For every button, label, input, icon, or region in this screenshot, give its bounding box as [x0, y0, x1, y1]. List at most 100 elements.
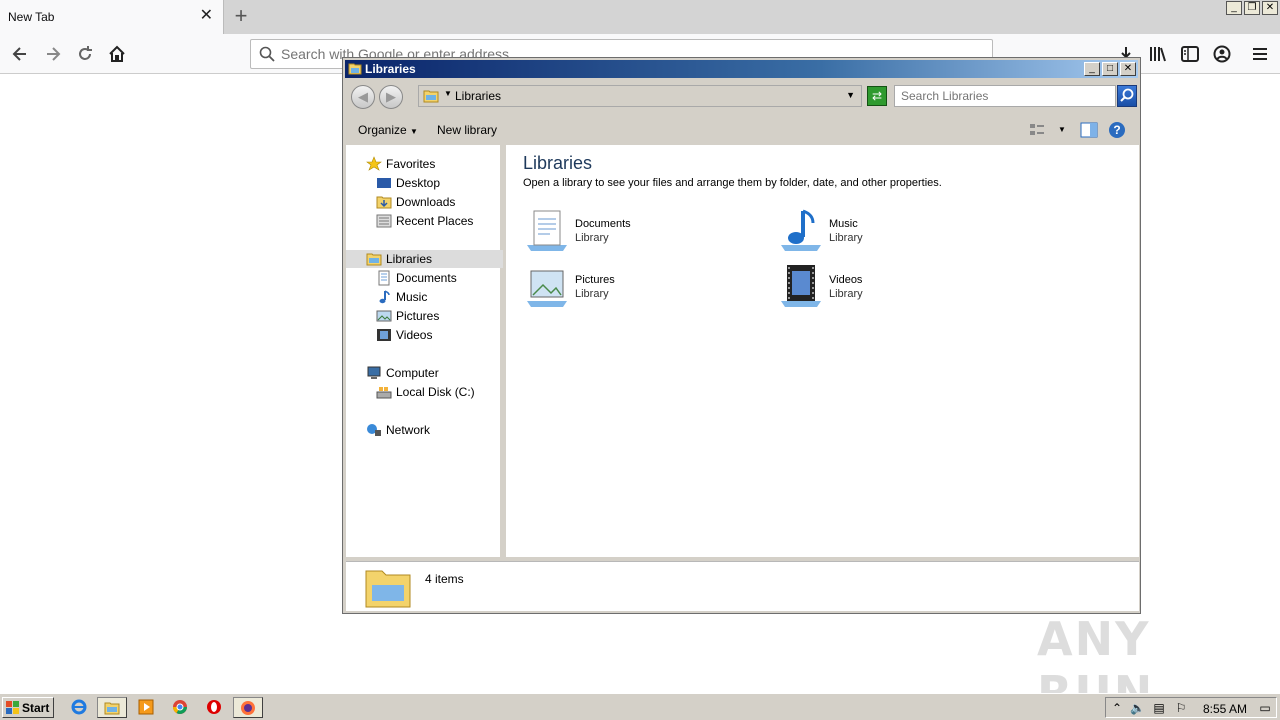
content-description: Open a library to see your files and arr…	[523, 177, 942, 189]
item-count: 4 items	[425, 572, 464, 586]
command-bar: Organize ▼ New library ▼ ?	[345, 116, 1138, 144]
computer-icon	[367, 366, 381, 379]
search-icon	[259, 46, 275, 62]
forward-button[interactable]: ▶	[379, 85, 403, 109]
library-name: Pictures	[575, 274, 615, 286]
account-icon[interactable]	[1208, 39, 1236, 69]
browser-window-controls: _ ❐ ✕	[1226, 1, 1278, 15]
disk-drive-icon	[376, 387, 392, 399]
nav-label: Desktop	[396, 176, 441, 190]
preview-pane-icon[interactable]	[1080, 121, 1098, 139]
search-go-button[interactable]	[1117, 85, 1137, 107]
music-library-icon	[781, 209, 821, 251]
library-subtitle: Library	[829, 232, 863, 244]
opera-icon[interactable]	[199, 697, 229, 718]
content-pane: Libraries Open a library to see your fil…	[506, 145, 1139, 557]
videos-library-icon	[781, 265, 821, 307]
windows-logo-icon	[6, 701, 19, 714]
navigation-pane: Favorites Desktop Downloads Recent Place…	[346, 145, 503, 557]
library-subtitle: Library	[575, 288, 609, 300]
window-maximize-button[interactable]: □	[1102, 62, 1118, 76]
documents-icon	[378, 270, 390, 286]
library-item-pictures[interactable]: Pictures Library	[523, 263, 743, 313]
breadcrumb-arrow-icon[interactable]: ▼	[444, 89, 452, 98]
details-pane: 4 items	[346, 561, 1139, 611]
close-button[interactable]: ✕	[1262, 1, 1278, 15]
nav-label: Videos	[396, 328, 433, 342]
start-label: Start	[22, 701, 50, 715]
library-name: Music	[829, 218, 858, 230]
library-item-documents[interactable]: Documents Library	[523, 207, 743, 257]
refresh-button[interactable]: ⇄	[867, 86, 887, 106]
videos-icon	[377, 329, 391, 341]
tab-close-icon[interactable]: ✕	[200, 7, 213, 25]
pictures-icon	[376, 310, 392, 322]
window-close-button[interactable]: ✕	[1120, 62, 1136, 76]
organize-button[interactable]: Organize ▼	[358, 123, 418, 137]
nav-label: Documents	[396, 271, 457, 285]
window-title-bar[interactable]: Libraries _ □ ✕	[345, 60, 1138, 78]
view-options-icon[interactable]	[1028, 121, 1046, 139]
new-library-button[interactable]: New library	[437, 123, 497, 137]
nav-label: Libraries	[386, 252, 433, 266]
reload-icon[interactable]	[70, 39, 100, 69]
show-hidden-icons-icon[interactable]: ⌃	[1110, 701, 1124, 715]
network-status-icon[interactable]: ▤	[1152, 701, 1166, 715]
taskbar: Start ⌃ 🔈 ▤ ⚐ 8:55 AM ▭	[0, 693, 1280, 720]
tab-title: New Tab	[8, 10, 55, 24]
organize-label: Organize	[358, 123, 407, 137]
back-arrow-icon[interactable]	[5, 39, 35, 69]
library-name: Documents	[575, 218, 631, 230]
system-tray: ⌃ 🔈 ▤ ⚐ 8:55 AM ▭	[1105, 697, 1277, 718]
organize-dropdown-icon: ▼	[410, 127, 418, 136]
libraries-address-icon	[423, 90, 439, 103]
magnifier-icon	[1120, 88, 1134, 102]
nav-label: Local Disk (C:)	[396, 385, 475, 399]
show-desktop-icon[interactable]: ▭	[1258, 701, 1272, 715]
library-item-videos[interactable]: Videos Library	[777, 263, 997, 313]
desktop-icon	[377, 178, 391, 188]
view-dropdown-icon[interactable]: ▼	[1058, 125, 1066, 134]
home-icon[interactable]	[102, 39, 132, 69]
minimize-button[interactable]: _	[1226, 1, 1242, 15]
internet-explorer-icon[interactable]	[64, 697, 94, 718]
file-explorer-icon[interactable]	[97, 697, 127, 718]
documents-library-icon	[527, 210, 567, 251]
address-box[interactable]: ▼ Libraries ▼	[418, 85, 862, 107]
address-label: Libraries	[455, 89, 502, 103]
nav-label: Computer	[386, 366, 439, 380]
search-box[interactable]	[894, 85, 1116, 107]
start-button[interactable]: Start	[2, 697, 54, 718]
svg-text:?: ?	[1113, 123, 1120, 137]
library-item-music[interactable]: Music Library	[777, 207, 997, 257]
libraries-large-icon	[365, 570, 411, 608]
action-center-flag-icon[interactable]: ⚐	[1174, 701, 1188, 715]
browser-tab-bar: New Tab ✕ + _ ❐ ✕	[0, 0, 1280, 34]
forward-arrow-icon[interactable]	[38, 39, 68, 69]
restore-button[interactable]: ❐	[1244, 1, 1260, 15]
star-icon	[366, 156, 382, 171]
libraries-icon	[366, 253, 382, 266]
sidebar-icon[interactable]	[1176, 39, 1204, 69]
back-button[interactable]: ◀	[351, 85, 375, 109]
media-player-icon[interactable]	[131, 697, 161, 718]
firefox-icon[interactable]	[233, 697, 263, 718]
help-icon[interactable]: ?	[1108, 121, 1126, 139]
clock[interactable]: 8:55 AM	[1203, 702, 1247, 716]
recent-places-icon	[376, 214, 392, 228]
window-title: Libraries	[365, 62, 416, 76]
menu-icon[interactable]	[1246, 39, 1274, 69]
libraries-folder-icon	[348, 63, 362, 75]
tab-new-tab[interactable]: New Tab ✕	[0, 0, 224, 34]
window-minimize-button[interactable]: _	[1084, 62, 1100, 76]
network-icon	[367, 424, 381, 436]
content-title: Libraries	[523, 153, 593, 173]
search-input[interactable]	[901, 89, 1111, 103]
nav-label: Music	[396, 290, 428, 304]
chrome-icon[interactable]	[165, 697, 195, 718]
volume-icon[interactable]: 🔈	[1130, 701, 1145, 715]
new-tab-button[interactable]: +	[228, 3, 254, 29]
library-subtitle: Library	[829, 288, 863, 300]
library-icon[interactable]	[1144, 39, 1172, 69]
address-dropdown-icon[interactable]: ▼	[846, 90, 855, 100]
